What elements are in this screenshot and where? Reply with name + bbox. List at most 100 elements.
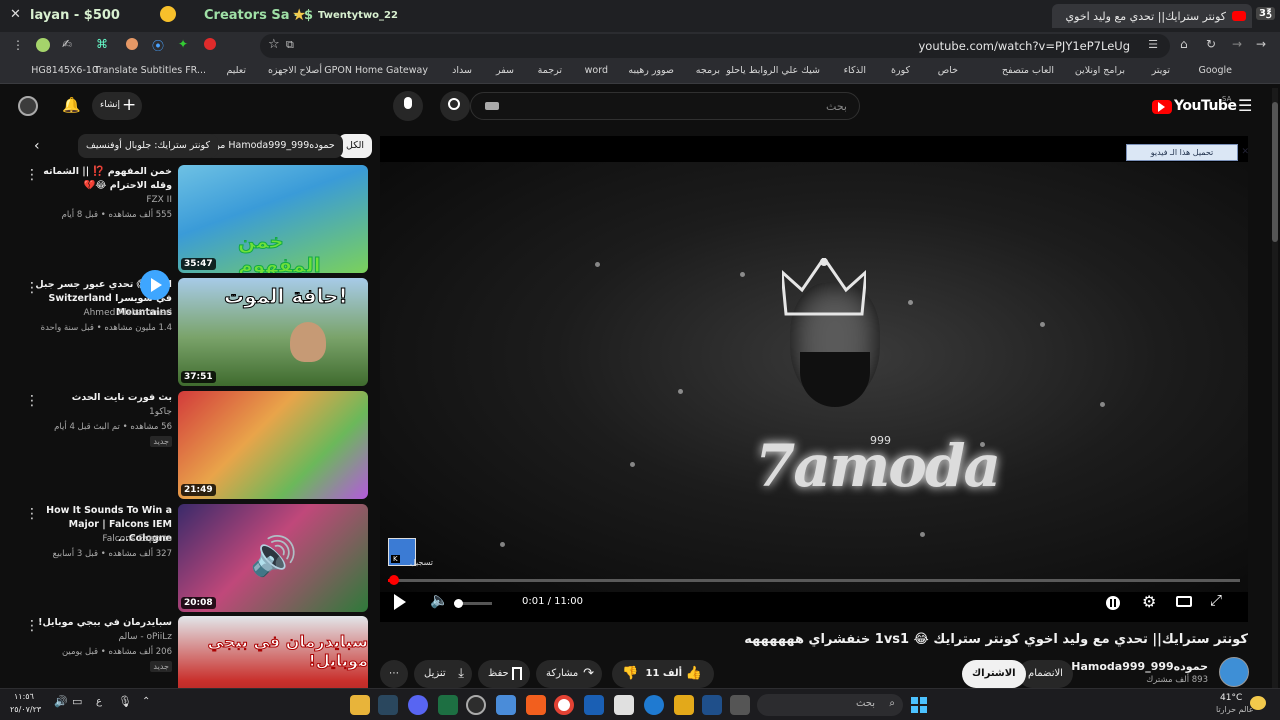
network-icon[interactable]: ▭ (72, 695, 82, 708)
more-options-icon[interactable]: ⋮ (25, 393, 39, 409)
volume-icon[interactable]: 🔊 (54, 695, 68, 708)
bookmark-item[interactable]: سداد (452, 65, 472, 76)
play-overlay-button[interactable] (140, 270, 170, 300)
keyboard-icon[interactable] (485, 102, 499, 110)
bookmark-item[interactable]: word (585, 65, 608, 76)
bookmark-item[interactable]: برامج اونلاين (1075, 65, 1125, 76)
steam-app-icon[interactable] (378, 695, 398, 715)
extension-icon[interactable]: ⦿ (152, 37, 164, 54)
list-item[interactable]: 🔊 20:08 How It Sounds To Win a Major | F… (0, 504, 370, 612)
translate-icon[interactable]: ✍ (62, 37, 72, 51)
volume-knob[interactable] (454, 599, 463, 608)
video-player[interactable]: 7amoda 999 تحميل هذا الـ فيديو ✕ K تسجيل… (380, 136, 1248, 622)
discord-icon[interactable] (408, 695, 428, 715)
brave-icon[interactable] (526, 695, 546, 715)
microphone-icon[interactable]: 🎙 (118, 695, 132, 708)
list-item[interactable]: حافة الموت! 37:51 CH - 😱 تحدي عبور جسر ج… (0, 270, 370, 386)
back-icon[interactable]: → (1256, 37, 1266, 51)
video-title[interactable]: سبايدرمان في ببجي موبايل! (32, 616, 172, 630)
word-icon[interactable] (584, 695, 604, 715)
chip-counter-strike[interactable]: كونتر سترايك: جلوبال أوفنسيف (78, 134, 218, 158)
progress-scrubber[interactable] (389, 575, 399, 585)
bookmark-item[interactable]: Google (1198, 65, 1232, 76)
dislike-icon[interactable]: 👎 (622, 660, 638, 688)
chip-all[interactable]: الكل (338, 134, 372, 158)
chip-from-channel[interactable]: من Hamoda999_حموده999 (205, 134, 343, 158)
channel-name[interactable]: Falcons Esports (102, 534, 172, 544)
extension-icon[interactable]: ✦ (178, 37, 188, 51)
bookmark-item[interactable]: تويتر (1152, 65, 1170, 76)
start-button[interactable] (909, 695, 929, 715)
subscribe-watermark[interactable]: تسجيل (410, 558, 433, 567)
volume-slider[interactable] (454, 599, 492, 608)
avatar[interactable] (18, 96, 38, 116)
channel-name[interactable]: Ahmed Alshammari (83, 308, 172, 318)
voice-search-button[interactable] (393, 91, 423, 121)
extension-icon[interactable]: ⌘ (96, 37, 108, 51)
bookmark-star-icon[interactable]: ☆ (268, 37, 280, 52)
chevron-left-icon[interactable]: ‹ (34, 138, 40, 154)
bookmark-item[interactable]: أصلاح الاجهزه (268, 65, 322, 76)
video-thumbnail[interactable]: خمن المفهوم 35:47 (178, 165, 368, 273)
hamburger-menu-icon[interactable]: ☰ (1238, 96, 1252, 115)
steam-icon[interactable] (466, 695, 486, 715)
close-icon[interactable]: ✕ (10, 7, 21, 22)
profile-badge[interactable]: 3℥ (1256, 7, 1275, 20)
extension-icon[interactable] (126, 38, 138, 50)
bookmark-item[interactable]: برمجه (696, 65, 720, 76)
bookmark-item[interactable]: سفر (496, 65, 514, 76)
theater-mode-icon[interactable] (1176, 596, 1192, 607)
channel-name[interactable]: Hamoda999_حموده999 (1071, 660, 1208, 673)
language-indicator[interactable]: ع (96, 696, 102, 707)
install-icon[interactable]: ⧉ (286, 38, 294, 52)
more-actions-button[interactable]: ⋯ (380, 660, 408, 688)
forward-icon[interactable]: → (1232, 37, 1242, 51)
video-thumbnail[interactable]: حافة الموت! 37:51 (178, 278, 368, 386)
progress-bar[interactable] (388, 575, 1240, 585)
app-icon[interactable] (702, 695, 722, 715)
excel-icon[interactable] (438, 695, 458, 715)
active-tab[interactable]: كونتر سترايك|| تحدي مع وليد اخوي (1052, 4, 1252, 28)
taskview-icon[interactable] (730, 695, 750, 715)
chrome-icon[interactable] (554, 695, 574, 715)
video-thumbnail[interactable]: 🔊 20:08 (178, 504, 368, 612)
more-options-icon[interactable]: ⋮ (25, 167, 39, 183)
bookmark-item[interactable]: العاب متصفح (1002, 65, 1054, 76)
list-item[interactable]: خمن المفهوم 35:47 خمن المفهوم ⁉️ || الشم… (0, 165, 370, 273)
menu-icon[interactable]: ⋮ (12, 38, 24, 52)
list-item[interactable]: سبايدرمان في ببجي موبايل! سبايدرمان في ب… (0, 616, 370, 688)
channel-avatar[interactable] (1219, 657, 1249, 687)
bookmark-item[interactable]: GPON Home Gateway (324, 65, 428, 76)
video-thumbnail[interactable]: سبايدرمان في ببجي موبايل! (178, 616, 368, 688)
volume-icon[interactable]: 🔈 (430, 591, 449, 609)
video-title[interactable]: بث فورت نايت الحدث (32, 391, 172, 405)
close-icon[interactable]: ✕ (1241, 145, 1248, 160)
channel-name[interactable]: oPiiLz - سالم (119, 632, 172, 642)
autoplay-toggle[interactable] (1106, 596, 1120, 610)
bookmark-item[interactable]: كورة (891, 65, 910, 76)
address-bar[interactable]: ☆ ⧉ youtube.com/watch?v=PJY1eP7LeUg ☰ (260, 34, 1170, 58)
join-button[interactable]: الانضمام (1018, 660, 1073, 688)
bookmark-item[interactable]: صوور رهيبه (628, 65, 674, 76)
list-item[interactable]: 21:49 بث فورت نايت الحدث جاكو1 56 مشاهده… (0, 391, 370, 499)
settings-gear-icon[interactable]: ⚙ (1142, 592, 1156, 611)
extension-icon[interactable] (36, 38, 50, 52)
scrollbar-thumb[interactable] (1272, 102, 1278, 242)
bookmark-item[interactable]: HG8145X6-10 (31, 65, 98, 76)
create-button[interactable]: + إنشاء (92, 92, 142, 120)
bookmark-item[interactable]: خاص (938, 65, 958, 76)
save-button[interactable]: حفظ (478, 660, 530, 688)
share-button[interactable]: ↷ مشاركة (536, 660, 602, 688)
download-button[interactable]: ⤓ تنزيل (414, 660, 472, 688)
bookmark-item[interactable]: Translate Subtitles FR... (94, 65, 206, 76)
edge-icon[interactable] (644, 695, 664, 715)
site-settings-icon[interactable]: ☰ (1148, 38, 1158, 51)
home-icon[interactable]: ⌂ (1180, 37, 1188, 51)
more-options-icon[interactable]: ⋮ (25, 618, 39, 634)
like-icon[interactable]: 👍 (686, 660, 702, 688)
app-icon[interactable] (350, 695, 370, 715)
channel-name[interactable]: FZX II (146, 195, 172, 205)
notifications-bell-icon[interactable]: 🔔 (62, 96, 81, 114)
store-icon[interactable] (614, 695, 634, 715)
more-options-icon[interactable]: ⋮ (25, 280, 39, 296)
